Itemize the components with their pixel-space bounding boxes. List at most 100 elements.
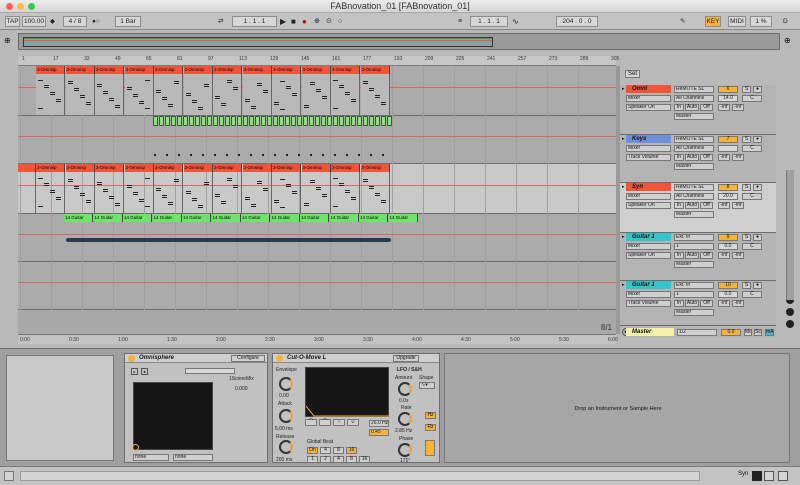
keys-clip[interactable] bbox=[351, 116, 356, 126]
quantize-select[interactable]: 1 Bar bbox=[115, 16, 141, 27]
track-volume[interactable]: 0.0 bbox=[718, 243, 738, 250]
clip-header[interactable]: 3-Omnisp bbox=[272, 66, 301, 74]
global-beat-on[interactable]: On bbox=[307, 447, 318, 454]
solo-icon[interactable]: S bbox=[742, 86, 751, 93]
monitor-auto-button[interactable]: Auto bbox=[685, 202, 699, 209]
clip-header[interactable]: 3-Omnisp bbox=[331, 66, 360, 74]
track-name[interactable]: Guitar 1 bbox=[626, 281, 671, 289]
track-meter-left[interactable]: -inf bbox=[718, 202, 730, 209]
arrangement-view[interactable]: 3-Omnisp 3-Omnisp 3-Omnisp 3-Omnisp 3-Omnisp… bbox=[18, 66, 616, 334]
monitor-off-button[interactable]: Off bbox=[700, 252, 713, 259]
clip-header[interactable]: 3-Omnisp bbox=[95, 164, 124, 172]
metronome-icon[interactable]: ◆ bbox=[50, 16, 58, 27]
monitor-auto-button[interactable]: Auto bbox=[685, 154, 699, 161]
input-type-select[interactable]: Ext. In bbox=[674, 282, 714, 289]
solo-icon[interactable]: S bbox=[742, 234, 751, 241]
keys-clip[interactable] bbox=[363, 116, 368, 126]
output-select[interactable]: Master bbox=[674, 163, 714, 170]
monitor-off-button[interactable]: Off bbox=[700, 104, 713, 111]
clip-body[interactable] bbox=[301, 74, 331, 115]
track-volume[interactable]: 0.0 bbox=[718, 291, 738, 298]
envelope-knob[interactable] bbox=[279, 377, 293, 391]
output-mode-select[interactable]: Speaker On bbox=[626, 202, 671, 209]
bit-button-8b[interactable]: 8 bbox=[346, 456, 357, 463]
clip-header[interactable]: 3-Omnisp bbox=[242, 66, 272, 74]
keys-clip[interactable] bbox=[333, 116, 338, 126]
track-header-4[interactable]: ▸ Guitar 1 Mixer Speaker On Ext. In 1 In Auto Of… bbox=[620, 233, 776, 281]
meter-field[interactable]: 4 / 8 bbox=[63, 16, 87, 27]
shape-highpass-icon[interactable]: ⌒ bbox=[319, 419, 331, 426]
keys-clip[interactable] bbox=[273, 116, 278, 126]
track-name[interactable]: Guitar 1 bbox=[626, 233, 671, 241]
rz-button[interactable]: Rz bbox=[425, 424, 436, 431]
master-name[interactable]: Master bbox=[626, 328, 674, 336]
arrangement-overview[interactable] bbox=[18, 33, 780, 50]
attack-knob[interactable] bbox=[279, 409, 293, 423]
bit-button-8a[interactable]: 8 bbox=[333, 447, 344, 454]
phase-sync-toggle-icon[interactable] bbox=[425, 440, 435, 456]
track-meter-right[interactable]: -inf bbox=[732, 104, 744, 111]
monitor-auto-button[interactable]: Auto bbox=[685, 104, 699, 111]
keys-clip[interactable] bbox=[153, 116, 158, 126]
key-map-button[interactable]: KEY bbox=[705, 16, 721, 27]
output-mode-select[interactable]: Speaker On bbox=[626, 104, 671, 111]
automation-arm-icon[interactable]: ⊙ bbox=[326, 16, 332, 27]
keys-clip[interactable] bbox=[357, 116, 362, 126]
tempo-field[interactable]: 100.00 bbox=[22, 16, 46, 27]
master-icon-mc[interactable]: Mc bbox=[744, 329, 752, 336]
clip-header[interactable]: 3-Omnisp bbox=[183, 164, 213, 172]
track-meter-left[interactable]: -inf bbox=[718, 252, 730, 259]
arm-icon[interactable]: ● bbox=[753, 282, 762, 289]
clip-header[interactable]: 3-Omnisp bbox=[65, 66, 95, 74]
clip-header[interactable]: 3-Omnisp bbox=[154, 164, 183, 172]
master-routing-select[interactable]: 1/2 bbox=[677, 329, 717, 336]
keys-clip[interactable] bbox=[387, 116, 392, 126]
track-number[interactable]: 7 bbox=[718, 136, 738, 143]
track-number[interactable]: 6 bbox=[718, 86, 738, 93]
status-left-icon[interactable] bbox=[4, 471, 14, 481]
clip-body[interactable] bbox=[36, 172, 65, 213]
master-volume[interactable]: 0.0 bbox=[721, 329, 741, 336]
clip-header[interactable]: 3-Omnisp bbox=[124, 66, 154, 74]
keys-clip[interactable] bbox=[243, 116, 248, 126]
track-header-3[interactable]: ▸ Syn Mixer Speaker On ReMOTE SL All Channels… bbox=[620, 183, 776, 233]
clip-header[interactable]: 3-Omnisp bbox=[301, 66, 331, 74]
output-select[interactable]: Master bbox=[674, 309, 714, 316]
output-mode-select[interactable]: Track Volume bbox=[626, 300, 671, 307]
track-meter-right[interactable]: -inf bbox=[732, 252, 744, 259]
track-lane-4[interactable]: 14 Guitar 14 Guitar 14 Guitar 14 Guitar 14 G… bbox=[18, 214, 616, 262]
clip-header[interactable]: 3-Omnisp bbox=[36, 164, 65, 172]
save-preset-icon[interactable]: ● bbox=[141, 368, 148, 375]
parameter-slider[interactable] bbox=[185, 368, 235, 374]
track-meter-right[interactable]: -inf bbox=[732, 300, 744, 307]
input-type-select[interactable]: ReMOTE SL bbox=[674, 136, 714, 143]
monitor-mode-select[interactable]: Mixer bbox=[626, 291, 671, 298]
side-button-3-icon[interactable] bbox=[786, 320, 794, 328]
guitar-clip[interactable]: 14 Guitar bbox=[359, 214, 388, 222]
track-lane-2[interactable] bbox=[18, 116, 616, 164]
keys-clip[interactable] bbox=[291, 116, 296, 126]
keys-clip[interactable] bbox=[201, 116, 206, 126]
keys-clip[interactable] bbox=[327, 116, 332, 126]
bit-button-4b[interactable]: 4 bbox=[333, 456, 344, 463]
monitor-mode-select[interactable]: Mixer bbox=[626, 95, 671, 102]
shape-notch-icon[interactable]: ∪ bbox=[347, 419, 359, 426]
keys-clip[interactable] bbox=[309, 116, 314, 126]
keys-clip[interactable] bbox=[261, 116, 266, 126]
track-number[interactable]: 9 bbox=[718, 234, 738, 241]
xy-pad-handle[interactable] bbox=[132, 444, 139, 451]
clip-header[interactable]: 3-Omnisp bbox=[272, 164, 301, 172]
keys-clip[interactable] bbox=[315, 116, 320, 126]
clip-header-partial[interactable] bbox=[18, 164, 36, 172]
input-type-select[interactable]: ReMOTE SL bbox=[674, 184, 714, 191]
input-type-select[interactable]: ReMOTE SL bbox=[674, 86, 714, 93]
instrument-drop-area[interactable]: Drop an Instrument or Sample Here bbox=[444, 353, 790, 463]
keys-clip[interactable] bbox=[375, 116, 380, 126]
omnisphere-device[interactable]: Omnisphere Configure ▸ ● 1SceneMix 0.000… bbox=[124, 353, 268, 463]
hz2-field[interactable]: 0.45 bbox=[369, 429, 389, 436]
clip-body[interactable] bbox=[154, 172, 183, 213]
track-header-2[interactable]: ▸ Keys Mixer Track Volume ReMOTE SL All Chann… bbox=[620, 135, 776, 183]
clip-header[interactable]: 3-Omnisp bbox=[360, 66, 390, 74]
guitar-clip[interactable]: 14 Guitar bbox=[300, 214, 329, 222]
keys-clip[interactable] bbox=[213, 116, 218, 126]
